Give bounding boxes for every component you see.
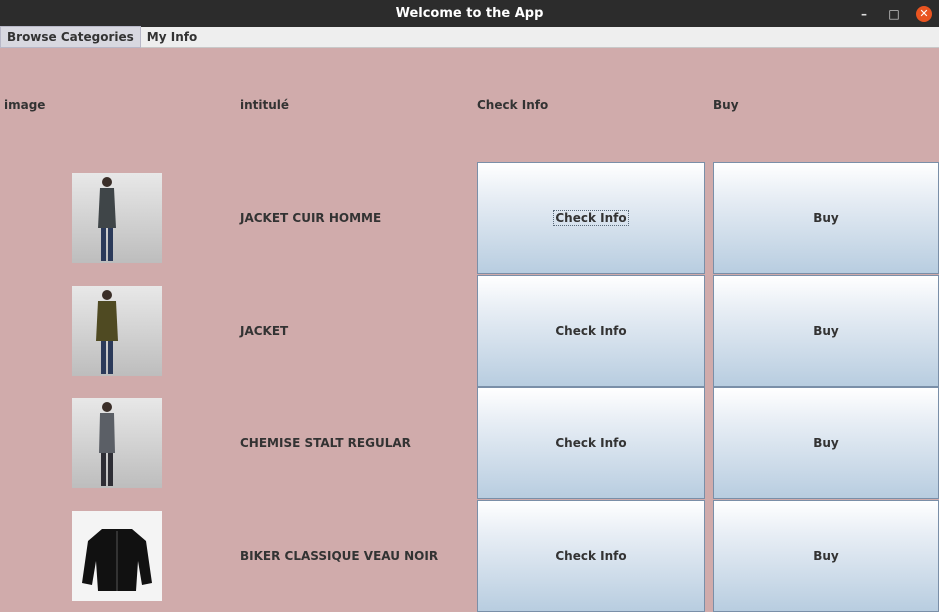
check-info-button[interactable]: Check Info [477, 162, 705, 274]
buy-button[interactable]: Buy [713, 275, 939, 387]
header-buy: Buy [713, 98, 739, 112]
product-image [72, 398, 162, 488]
window-controls: – □ ✕ [849, 0, 939, 27]
close-button[interactable]: ✕ [909, 0, 939, 27]
maximize-button[interactable]: □ [879, 0, 909, 27]
product-name: JACKET [240, 324, 289, 338]
window-title: Welcome to the App [395, 6, 544, 21]
man-plaid-shirt-photo [99, 402, 115, 486]
man-dark-jacket-photo [98, 177, 116, 261]
check-info-button[interactable]: Check Info [477, 387, 705, 499]
man-olive-jacket-photo [96, 290, 118, 374]
window-titlebar: Welcome to the App – □ ✕ [0, 0, 939, 27]
product-name: CHEMISE STALT REGULAR [240, 436, 411, 450]
buy-button[interactable]: Buy [713, 500, 939, 612]
product-image [72, 286, 162, 376]
header-title: intitulé [240, 98, 290, 112]
product-name: JACKET CUIR HOMME [240, 211, 382, 225]
close-icon: ✕ [916, 5, 932, 22]
product-name: BIKER CLASSIQUE VEAU NOIR [240, 549, 439, 563]
product-image [72, 173, 162, 263]
product-image [72, 511, 162, 601]
buy-button[interactable]: Buy [713, 387, 939, 499]
maximize-icon: □ [888, 6, 900, 21]
buy-button[interactable]: Buy [713, 162, 939, 274]
menu-my-info[interactable]: My Info [141, 27, 203, 47]
header-image: image [4, 98, 46, 112]
check-info-button[interactable]: Check Info [477, 500, 705, 612]
header-check-info: Check Info [477, 98, 549, 112]
minimize-icon: – [861, 6, 867, 21]
menu-bar: Browse Categories My Info [0, 26, 939, 48]
black-leather-biker-jacket-photo [82, 529, 152, 591]
minimize-button[interactable]: – [849, 0, 879, 27]
menu-browse-categories[interactable]: Browse Categories [0, 26, 141, 48]
check-info-button[interactable]: Check Info [477, 275, 705, 387]
